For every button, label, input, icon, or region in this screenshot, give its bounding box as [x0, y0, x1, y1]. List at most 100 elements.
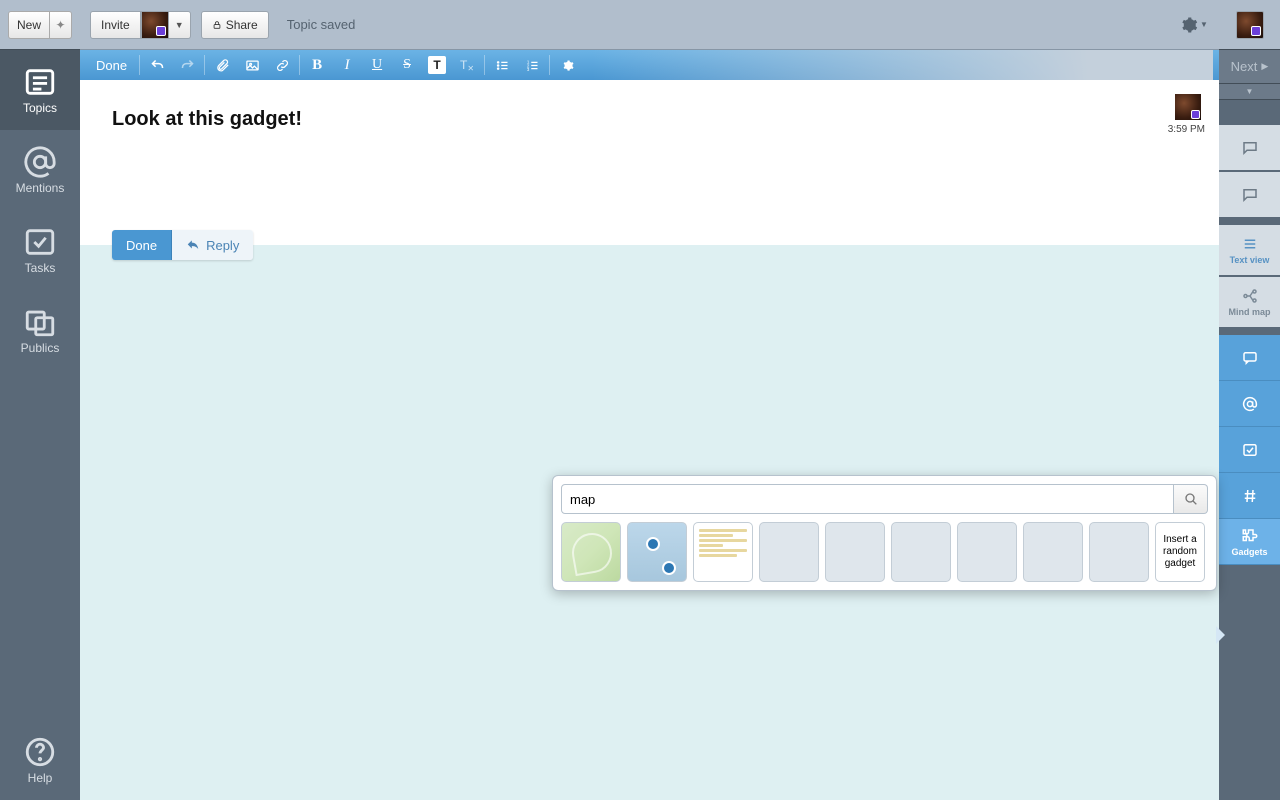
post-reply-button[interactable]: Reply [171, 230, 253, 260]
participant-avatar[interactable] [141, 11, 169, 39]
reply-label: Reply [206, 238, 239, 253]
post-actions: Done Reply [112, 230, 253, 260]
right-tasks-button[interactable] [1219, 427, 1280, 473]
gadget-tile[interactable] [759, 522, 819, 582]
sidebar-item-label: Topics [23, 101, 57, 115]
tasks-icon [23, 225, 57, 259]
paperclip-icon [215, 58, 230, 73]
italic-button[interactable]: I [332, 50, 362, 80]
post-timestamp: 3:59 PM [1168, 124, 1205, 135]
underline-button[interactable]: U [362, 50, 392, 80]
invite-button[interactable]: Invite [90, 11, 141, 39]
expand-toggle[interactable]: ▼ [1219, 84, 1280, 100]
sidebar-item-tasks[interactable]: Tasks [0, 210, 80, 290]
sidebar-item-label: Tasks [25, 261, 56, 275]
right-mentions-button[interactable] [1219, 381, 1280, 427]
next-button[interactable]: Next ▶ [1219, 50, 1280, 84]
gadget-tile[interactable] [693, 522, 753, 582]
svg-text:3: 3 [526, 67, 529, 72]
gadget-tile[interactable] [1023, 522, 1083, 582]
undo-icon [150, 58, 165, 73]
post-title[interactable]: Look at this gadget! [112, 108, 1187, 131]
chat-panel-button-1[interactable] [1219, 125, 1280, 170]
number-list-button[interactable]: 123 [517, 50, 547, 80]
attach-button[interactable] [207, 50, 237, 80]
new-button[interactable]: New [8, 11, 50, 39]
gadget-search-button[interactable] [1174, 484, 1208, 514]
toolbar-done-button[interactable]: Done [86, 50, 137, 80]
document-area: Look at this gadget! 3:59 PM Done Reply [80, 80, 1219, 800]
chat-icon [1241, 186, 1259, 204]
sidebar-item-label: Mentions [16, 181, 65, 195]
gadget-search-row [561, 484, 1208, 514]
right-sidebar: Next ▶ ▼ Text view Mind map Gadgets [1219, 0, 1280, 800]
bullet-list-icon [495, 58, 510, 73]
right-comments-button[interactable] [1219, 335, 1280, 381]
participant-dropdown[interactable]: ▼ [169, 11, 191, 39]
search-icon [1183, 491, 1199, 507]
chat-icon [1241, 139, 1259, 157]
share-label: Share [226, 18, 258, 32]
right-gadgets-button[interactable]: Gadgets [1219, 519, 1280, 565]
text-style-button[interactable]: T [422, 50, 452, 80]
sidebar-item-mentions[interactable]: Mentions [0, 130, 80, 210]
ordered-list-icon: 123 [525, 58, 540, 73]
link-button[interactable] [267, 50, 297, 80]
image-button[interactable] [237, 50, 267, 80]
sidebar-item-topics[interactable]: Topics [0, 50, 80, 130]
post[interactable]: Look at this gadget! 3:59 PM Done Reply [80, 80, 1219, 245]
text-view-button[interactable]: Text view [1219, 225, 1280, 275]
next-label: Next [1231, 59, 1258, 74]
settings-dropdown[interactable]: ▼ [1179, 11, 1209, 39]
post-author-avatar[interactable] [1175, 94, 1201, 120]
bullet-list-button[interactable] [487, 50, 517, 80]
invite-group: Invite ▼ [90, 11, 191, 39]
redo-icon [180, 58, 195, 73]
gadget-tile[interactable] [891, 522, 951, 582]
sidebar-item-help[interactable]: Help [0, 720, 80, 800]
mind-map-icon [1241, 287, 1259, 305]
left-sidebar: New ✦ Topics Mentions Tasks Publics Help [0, 0, 80, 800]
text-view-label: Text view [1230, 255, 1270, 265]
new-dropdown-button[interactable]: ✦ [50, 11, 72, 39]
strike-button[interactable]: S [392, 50, 422, 80]
play-icon: ▶ [1261, 61, 1268, 72]
top-bar: Invite ▼ Share Topic saved ▼ [80, 0, 1219, 50]
lock-icon [212, 20, 222, 30]
share-button[interactable]: Share [201, 11, 269, 39]
topics-icon [23, 65, 57, 99]
at-icon [1241, 395, 1259, 413]
post-done-button[interactable]: Done [112, 230, 171, 260]
gadget-tile[interactable] [627, 522, 687, 582]
redo-button[interactable] [172, 50, 202, 80]
gear-icon [1180, 16, 1198, 34]
mentions-icon [23, 145, 57, 179]
sidebar-item-label: Help [28, 771, 53, 785]
gadget-tile[interactable] [561, 522, 621, 582]
current-user-avatar[interactable] [1236, 11, 1264, 39]
more-format-button[interactable] [552, 50, 582, 80]
gadget-search-input[interactable] [561, 484, 1174, 514]
clear-format-button[interactable]: T✕ [452, 50, 482, 80]
comment-icon [1241, 349, 1259, 367]
gadgets-label: Gadgets [1231, 547, 1267, 557]
publics-icon [23, 305, 57, 339]
mind-map-button[interactable]: Mind map [1219, 277, 1280, 327]
right-tags-button[interactable] [1219, 473, 1280, 519]
chat-panel-button-2[interactable] [1219, 172, 1280, 217]
save-status: Topic saved [287, 17, 356, 32]
check-icon [1241, 441, 1259, 459]
sidebar-item-publics[interactable]: Publics [0, 290, 80, 370]
image-icon [245, 58, 260, 73]
gadget-popover: Insert a random gadget [552, 475, 1217, 591]
puzzle-icon [1241, 527, 1259, 545]
bold-button[interactable]: B [302, 50, 332, 80]
gadget-tile[interactable] [1089, 522, 1149, 582]
undo-button[interactable] [142, 50, 172, 80]
new-topic-row: New ✦ [0, 0, 80, 50]
gadget-tile[interactable] [825, 522, 885, 582]
link-icon [275, 58, 290, 73]
insert-random-gadget-button[interactable]: Insert a random gadget [1155, 522, 1205, 582]
gadget-results: Insert a random gadget [561, 522, 1208, 582]
gadget-tile[interactable] [957, 522, 1017, 582]
